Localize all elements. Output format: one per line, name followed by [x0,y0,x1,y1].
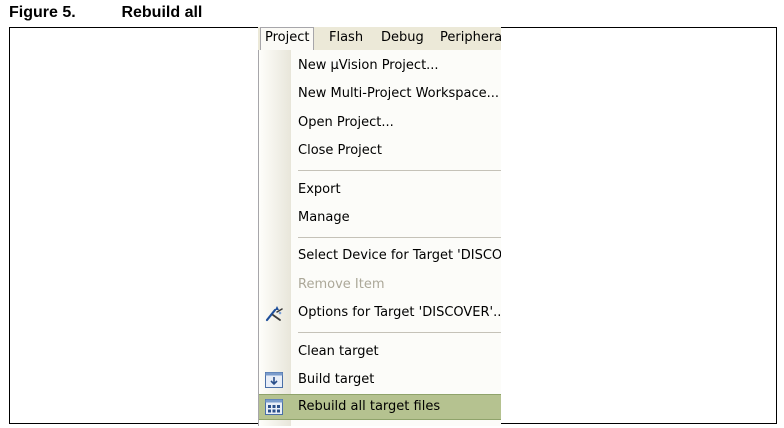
build-target-icon [264,370,284,390]
menu-item-close-project[interactable]: Close Project [259,138,501,164]
menu-item-label: Options for Target 'DISCOVER'... [298,305,501,320]
menu-item-open-project[interactable]: Open Project... [259,110,501,136]
menu-item-label: New µVision Project... [298,58,439,73]
menu-item-options-for-target[interactable]: Options for Target 'DISCOVER'... [259,300,501,326]
menu-separator [298,170,501,171]
menu-item-new-multi-project-workspace[interactable]: New Multi-Project Workspace... [259,81,501,107]
menu-item-build-target[interactable]: Build target [259,367,501,393]
menu-item-clean-target[interactable]: Clean target [259,339,501,365]
menu-item-manage[interactable]: Manage [259,205,501,231]
menu-item-label: Close Project [298,143,383,158]
rebuild-all-icon [264,397,284,417]
figure-title: Rebuild all [121,4,203,21]
menu-flash[interactable]: Flash [324,27,368,50]
menu-debug[interactable]: Debug [376,27,429,50]
menu-item-label: Build target [298,372,375,387]
menu-project[interactable]: Project [260,27,315,51]
menu-bar: Project Flash Debug Periphera [258,27,501,51]
menu-item-label: New Multi-Project Workspace... [298,86,500,101]
menu-item-new-uvision-project[interactable]: New µVision Project... [259,53,501,79]
screenshot: Project Flash Debug Periphera New µVisio… [258,27,501,426]
options-wand-icon [264,303,284,323]
menu-item-label: Clean target [298,344,379,359]
menu-separator [298,332,501,333]
menu-peripherals[interactable]: Periphera [435,27,501,50]
menu-item-select-device[interactable]: Select Device for Target 'DISCOV [259,243,501,269]
menu-item-label: Manage [298,210,350,225]
menu-item-remove-item: Remove Item [259,272,501,298]
menu-item-export[interactable]: Export [259,177,501,203]
figure-number: Figure 5. [9,4,76,21]
menu-item-label: Select Device for Target 'DISCOV [298,248,501,263]
menu-item-label: Remove Item [298,277,385,292]
menu-item-rebuild-all-target-files[interactable]: Rebuild all target files [259,394,501,420]
figure-caption: Figure 5. Rebuild all [9,4,202,22]
menu-separator [298,237,501,238]
project-dropdown-menu: New µVision Project... New Multi-Project… [258,50,501,426]
menu-item-label: Open Project... [298,115,394,130]
menu-item-label: Rebuild all target files [298,399,441,414]
menu-item-label: Export [298,182,341,197]
